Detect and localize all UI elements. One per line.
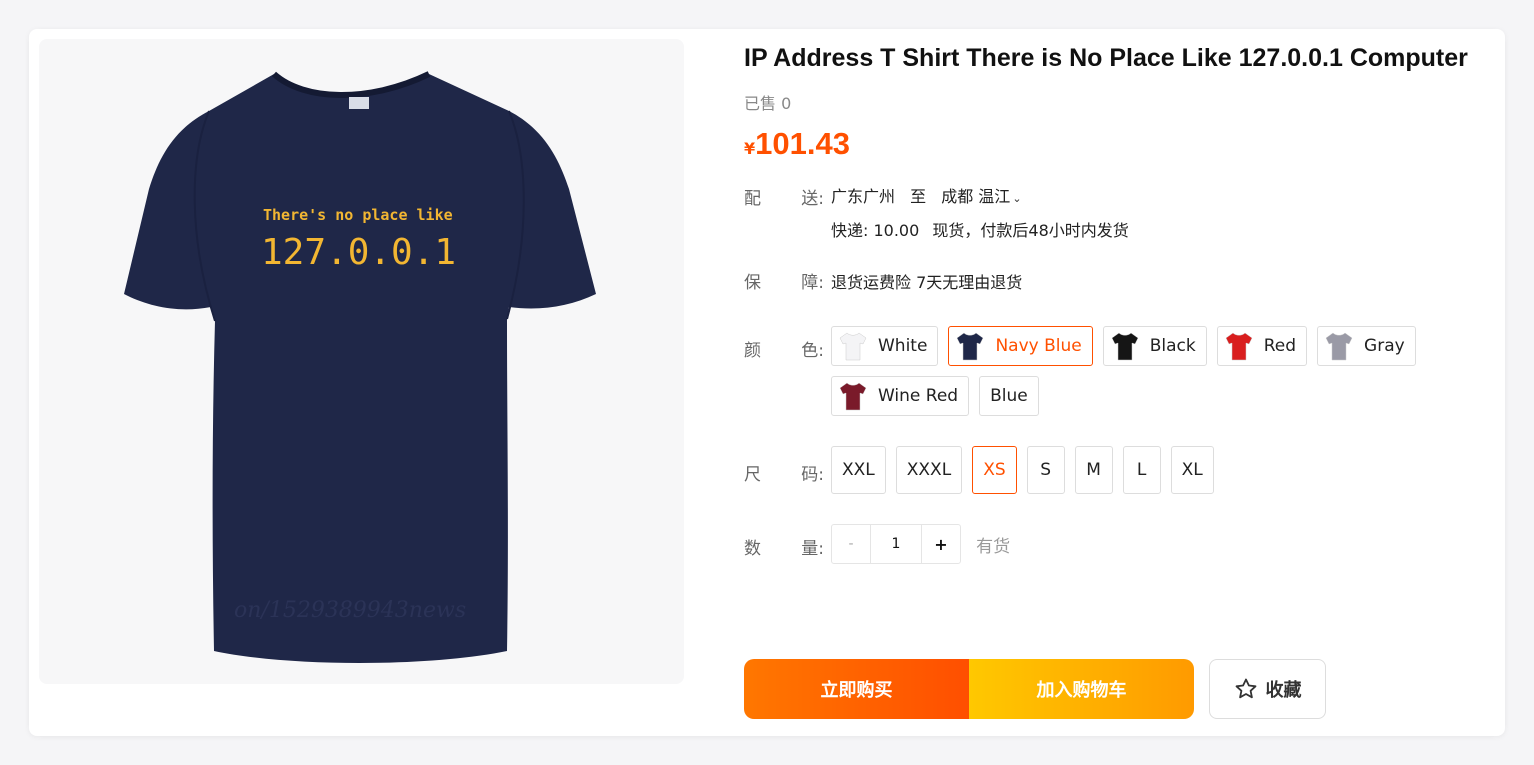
ship-to-word: 至 xyxy=(910,187,927,206)
color-option-label: Blue xyxy=(990,386,1028,406)
color-option-label: White xyxy=(878,336,928,356)
color-swatch-icon xyxy=(1325,332,1353,361)
sold-count: 已售 0 xyxy=(744,94,792,113)
size-option[interactable]: S xyxy=(1026,446,1065,494)
price-currency: ¥ xyxy=(744,139,756,158)
color-swatch-icon xyxy=(839,332,867,361)
product-image[interactable]: There's no place like 127.0.0.1 on/15293… xyxy=(39,39,684,684)
price: ¥101.43 xyxy=(744,126,1504,166)
size-option[interactable]: XS xyxy=(972,446,1017,494)
size-option[interactable]: L xyxy=(1122,446,1161,494)
warranty-label: 保障: xyxy=(744,273,824,293)
print-line-1: There's no place like xyxy=(263,206,453,224)
color-swatch-icon xyxy=(1111,332,1139,361)
color-label: 颜色: xyxy=(744,341,824,361)
quantity-plus-button[interactable]: + xyxy=(921,525,960,563)
size-option[interactable]: XXL xyxy=(831,446,886,494)
color-option[interactable]: Gray xyxy=(1317,326,1416,366)
product-card: There's no place like 127.0.0.1 on/15293… xyxy=(29,29,1505,736)
stock-status: 有货 xyxy=(976,536,1011,557)
quantity-label: 数量: xyxy=(744,539,824,559)
color-option-label: Black xyxy=(1149,336,1196,356)
size-option[interactable]: XL xyxy=(1170,446,1214,494)
favorite-button[interactable]: 收藏 xyxy=(1209,659,1326,719)
purchase-buttons: 立即购买 加入购物车 xyxy=(744,659,1194,719)
color-options: White Navy Blue Black Red Gray Wine Red Blue xyxy=(831,326,1451,416)
warranty-row: 保障: 退货运费险 7天无理由退货 xyxy=(744,270,1504,296)
size-option[interactable]: XXXL xyxy=(895,446,963,494)
star-icon xyxy=(1235,678,1256,699)
print-line-2: 127.0.0.1 xyxy=(261,232,456,273)
quantity-input[interactable]: 1 xyxy=(871,525,921,563)
ship-from: 广东广州 xyxy=(831,187,896,206)
shipping-row: 配送: 广东广州 至 成都 温江 ⌄ 快递: 10.00 现货，付款后48小时内发… xyxy=(744,184,1504,244)
express-fee: 快递: 10.00 xyxy=(831,221,920,240)
ship-to-selector[interactable]: 成都 温江 ⌄ xyxy=(941,187,1021,206)
add-to-cart-button[interactable]: 加入购物车 xyxy=(969,659,1194,719)
neck-label xyxy=(349,97,369,109)
color-option[interactable]: Blue xyxy=(979,376,1039,416)
price-value: 101.43 xyxy=(755,126,850,161)
color-option[interactable]: Wine Red xyxy=(831,376,970,416)
favorite-label: 收藏 xyxy=(1265,680,1302,701)
size-options: XXL XXXL XS S M L XL xyxy=(831,446,1451,494)
color-option[interactable]: Black xyxy=(1102,326,1207,366)
size-option[interactable]: M xyxy=(1074,446,1113,494)
color-swatch-icon xyxy=(957,332,984,361)
chevron-down-icon: ⌄ xyxy=(1012,192,1022,205)
tshirt-illustration: There's no place like 127.0.0.1 on/15293… xyxy=(124,71,596,663)
color-row: 颜色: White Navy Blue Black Red Gray Wine Red Bl… xyxy=(744,326,1504,416)
color-option-label: Red xyxy=(1263,336,1297,356)
shipping-label: 配送: xyxy=(744,189,824,209)
size-label: 尺码: xyxy=(744,465,824,485)
product-title: IP Address T Shirt There is No Place Lik… xyxy=(744,44,1468,72)
action-bar: 立即购买 加入购物车 收藏 xyxy=(744,659,1326,719)
color-swatch-icon xyxy=(839,382,867,411)
color-option[interactable]: Red xyxy=(1216,326,1308,366)
product-info: IP Address T Shirt There is No Place Lik… xyxy=(744,39,1504,719)
color-option-label: Wine Red xyxy=(878,386,959,406)
size-row: 尺码: XXL XXXL XS S M L XL xyxy=(744,446,1504,494)
color-option[interactable]: White xyxy=(831,326,939,366)
quantity-stepper: - 1 + xyxy=(831,524,961,564)
color-option-label: Gray xyxy=(1364,336,1405,356)
buy-now-button[interactable]: 立即购买 xyxy=(744,659,969,719)
color-option-label: Navy Blue xyxy=(995,336,1082,356)
warranty-text: 退货运费险 7天无理由退货 xyxy=(831,273,1023,292)
quantity-minus-button[interactable]: - xyxy=(832,525,871,563)
color-option[interactable]: Navy Blue xyxy=(948,326,1093,366)
watermark: on/1529389943news xyxy=(234,598,466,623)
delivery-note: 现货，付款后48小时内发货 xyxy=(932,221,1129,240)
quantity-row: 数量: - 1 + 有货 xyxy=(744,524,1504,564)
color-swatch-icon xyxy=(1225,332,1253,361)
